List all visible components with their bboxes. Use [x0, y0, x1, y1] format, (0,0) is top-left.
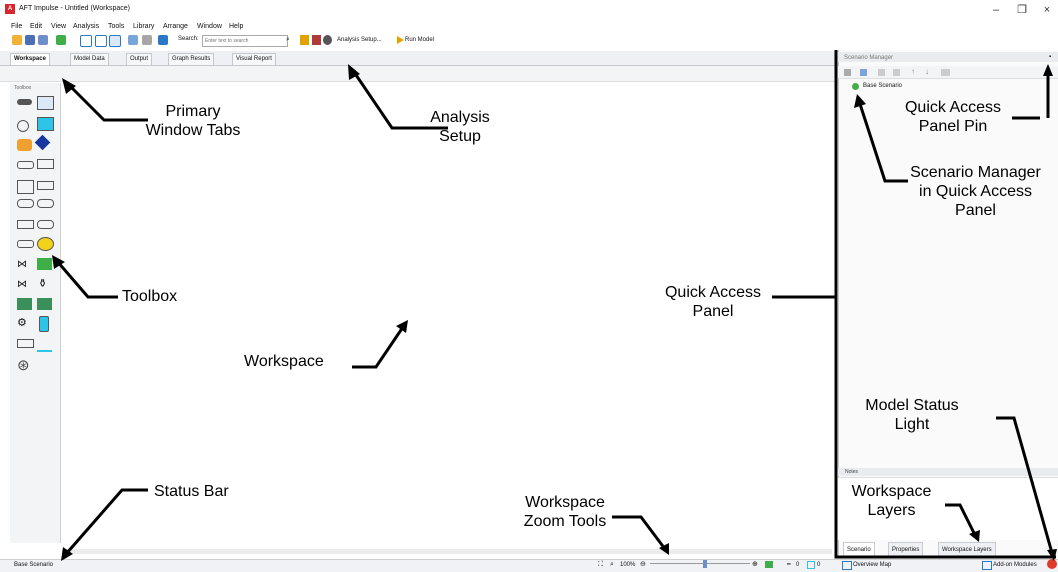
- annotation-qap-pin: Quick Access Panel Pin: [904, 99, 1002, 135]
- annotation-model-status-light: Model Status Light: [865, 397, 959, 433]
- annotation-primary-tabs: Primary Window Tabs: [145, 103, 241, 139]
- annotation-status-bar: Status Bar: [154, 483, 229, 500]
- annotation-toolbox: Toolbox: [122, 288, 178, 305]
- annotation-workspace: Workspace: [244, 353, 324, 370]
- annotation-zoom-tools: Workspace Zoom Tools: [523, 494, 607, 530]
- annotation-scenario-manager: Scenario Manager in Quick Access Panel: [910, 164, 1041, 219]
- annotation-workspace-layers: Workspace Layers: [851, 483, 932, 519]
- annotation-quick-access-panel: Quick Access Panel: [664, 284, 762, 320]
- annotation-analysis-setup: Analysis Setup: [430, 109, 490, 145]
